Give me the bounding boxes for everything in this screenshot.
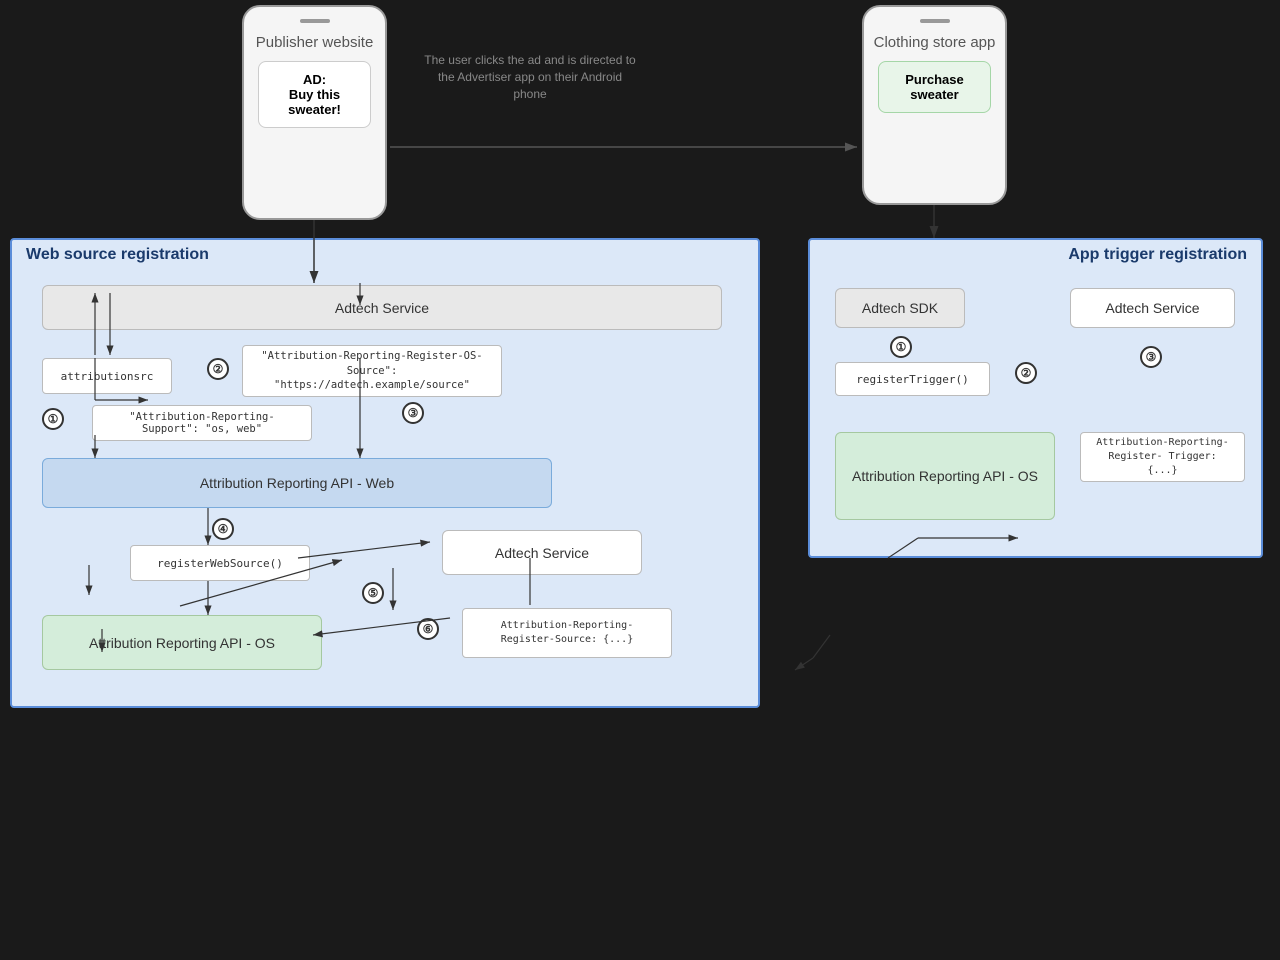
ad-text: Buy this sweater! [288, 87, 341, 117]
app-trigger-box: App trigger registration Adtech SDK ① re… [808, 238, 1263, 558]
web-source-box: Web source registration Adtech Service a… [10, 238, 760, 708]
web-adtech-service-top: Adtech Service [42, 285, 722, 330]
publisher-phone-title: Publisher website [256, 33, 374, 53]
purchase-button: Purchase sweater [878, 61, 991, 113]
circle-3-web: ③ [402, 402, 424, 424]
attributionsrc-box: attributionsrc [42, 358, 172, 394]
publisher-phone-speaker [300, 19, 330, 23]
clothing-phone: Clothing store app Purchase sweater [862, 5, 1007, 205]
circle-3-app: ③ [1140, 346, 1162, 368]
diagram-container: Publisher website AD: Buy this sweater! … [0, 0, 1280, 960]
circle-1-app: ① [890, 336, 912, 358]
app-trigger-title: App trigger registration [1068, 246, 1247, 264]
clothing-phone-title: Clothing store app [874, 33, 996, 53]
support-header-box: "Attribution-Reporting-Support": "os, we… [92, 405, 312, 441]
api-os-web-box: Attribution Reporting API - OS [42, 615, 322, 670]
register-trigger-box: registerTrigger() [835, 362, 990, 396]
clothing-phone-speaker [920, 19, 950, 23]
publisher-phone: Publisher website AD: Buy this sweater! [242, 5, 387, 220]
circle-1-web: ① [42, 408, 64, 430]
app-trigger-title-text: App trigger registration [1068, 246, 1247, 263]
adtech-sdk-box: Adtech SDK [835, 288, 965, 328]
register-web-source-box: registerWebSource() [130, 545, 310, 581]
app-adtech-service-box: Adtech Service [1070, 288, 1235, 328]
circle-6-web: ⑥ [417, 618, 439, 640]
web-source-title: Web source registration [26, 246, 209, 264]
publisher-phone-content: AD: Buy this sweater! [258, 61, 371, 128]
register-source-code-box: Attribution-Reporting- Register-Source: … [462, 608, 672, 658]
circle-4-web: ④ [212, 518, 234, 540]
api-web-box: Attribution Reporting API - Web [42, 458, 552, 508]
web-adtech-service-bottom: Adtech Service [442, 530, 642, 575]
api-os-app-box: Attribution Reporting API - OS [835, 432, 1055, 520]
ad-click-description: The user clicks the ad and is directed t… [420, 52, 640, 102]
circle-2-app: ② [1015, 362, 1037, 384]
circle-2-web: ② [207, 358, 229, 380]
register-trigger-code-box: Attribution-Reporting-Register- Trigger:… [1080, 432, 1245, 482]
circle-5-web: ⑤ [362, 582, 384, 604]
header-response-box: "Attribution-Reporting-Register-OS-Sourc… [242, 345, 502, 397]
ad-label: AD: [303, 72, 326, 87]
